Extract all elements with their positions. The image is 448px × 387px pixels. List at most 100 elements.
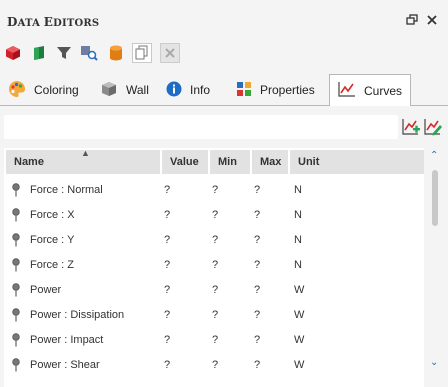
tab-label: Properties	[260, 83, 315, 97]
curves-content: ▲ Name Value Min Max Unit Force : Normal…	[0, 106, 448, 387]
row-value: ?	[164, 259, 171, 271]
row-min: ?	[212, 334, 219, 346]
row-max: ?	[254, 334, 261, 346]
copy-icon[interactable]	[132, 43, 152, 63]
column-header-max[interactable]: Max	[252, 150, 288, 174]
column-header-value[interactable]: Value	[162, 150, 208, 174]
scroll-down-icon[interactable]: ⌄	[430, 357, 438, 368]
row-value: ?	[164, 234, 171, 246]
column-header-name[interactable]: ▲ Name	[6, 148, 160, 174]
delete-icon[interactable]	[160, 43, 180, 63]
add-curve-icon[interactable]	[401, 117, 421, 137]
column-header-min[interactable]: Min	[210, 150, 250, 174]
row-unit: N	[294, 209, 302, 221]
tab-coloring[interactable]: Coloring	[0, 75, 92, 105]
pin-icon	[12, 283, 20, 297]
row-max: ?	[254, 284, 261, 296]
pin-icon	[12, 308, 20, 322]
row-max: ?	[254, 259, 261, 271]
table-row[interactable]: Power : Impact??? W	[4, 328, 424, 353]
row-min: ?	[212, 359, 219, 371]
scroll-up-icon[interactable]: ⌃	[430, 150, 438, 161]
table-row[interactable]: Force : X??? N	[4, 203, 424, 228]
green-flag-icon[interactable]	[29, 43, 49, 63]
pin-icon	[12, 183, 20, 197]
row-name: Power : Impact	[30, 334, 104, 346]
red-cube-icon[interactable]	[3, 43, 23, 63]
toolbar	[0, 40, 448, 66]
pin-icon	[12, 333, 20, 347]
row-value: ?	[164, 334, 171, 346]
table-row[interactable]: Power??? W	[4, 278, 424, 303]
curves-icon	[338, 81, 356, 100]
properties-icon	[236, 81, 252, 100]
edit-curve-icon[interactable]	[423, 117, 443, 137]
row-min: ?	[212, 184, 219, 196]
table-row[interactable]: Force : Y??? N	[4, 228, 424, 253]
pin-icon	[12, 208, 20, 222]
row-max: ?	[254, 359, 261, 371]
row-min: ?	[212, 309, 219, 321]
wall-icon	[100, 80, 118, 101]
row-name: Force : X	[30, 209, 75, 221]
row-max: ?	[254, 234, 261, 246]
tab-label: Curves	[364, 83, 403, 98]
data-editors-panel: DATA EDITORS Coloring Wall Info Properti…	[0, 0, 448, 387]
row-max: ?	[254, 309, 261, 321]
row-unit: W	[294, 309, 305, 321]
tab-bar: Coloring Wall Info Properties Curves	[0, 72, 448, 107]
row-unit: N	[294, 259, 302, 271]
row-max: ?	[254, 184, 261, 196]
row-min: ?	[212, 284, 219, 296]
pin-icon	[12, 258, 20, 272]
row-value: ?	[164, 209, 171, 221]
search-filter-icon[interactable]	[79, 43, 99, 63]
column-header-unit[interactable]: Unit	[290, 150, 424, 174]
filter-input[interactable]	[4, 115, 398, 139]
pin-icon	[12, 358, 20, 372]
tab-label: Coloring	[34, 83, 79, 97]
row-name: Force : Y	[30, 234, 75, 246]
row-name: Power : Shear	[30, 359, 100, 371]
table-row[interactable]: Force : Z??? N	[4, 253, 424, 278]
close-panel-icon[interactable]	[425, 13, 439, 27]
vertical-scrollbar[interactable]: ⌃ ⌄	[428, 146, 444, 378]
info-icon	[166, 81, 182, 100]
pin-icon	[12, 233, 20, 247]
curves-table: ▲ Name Value Min Max Unit Force : Normal…	[4, 148, 424, 387]
row-unit: W	[294, 284, 305, 296]
restore-window-icon[interactable]	[405, 13, 419, 27]
sort-asc-icon: ▲	[81, 148, 90, 158]
tab-label: Info	[190, 83, 211, 97]
tab-wall[interactable]: Wall	[92, 75, 158, 105]
row-unit: W	[294, 334, 305, 346]
scroll-thumb[interactable]	[432, 170, 438, 226]
table-row[interactable]: Force : Normal??? N	[4, 178, 424, 203]
row-min: ?	[212, 234, 219, 246]
row-name: Power : Dissipation	[30, 309, 125, 321]
table-row[interactable]: Power : Shear??? W	[4, 353, 424, 378]
row-name: Power	[30, 284, 62, 296]
row-unit: W	[294, 359, 305, 371]
row-min: ?	[212, 259, 219, 271]
title-bar: DATA EDITORS	[0, 0, 448, 38]
row-value: ?	[164, 359, 171, 371]
row-value: ?	[164, 184, 171, 196]
row-name: Force : Z	[30, 259, 75, 271]
tab-label: Wall	[126, 83, 149, 97]
row-max: ?	[254, 209, 261, 221]
row-value: ?	[164, 284, 171, 296]
panel-title: DATA EDITORS	[7, 15, 100, 29]
table-row[interactable]: Power : Dissipation??? W	[4, 303, 424, 328]
palette-icon	[8, 80, 26, 101]
database-icon[interactable]	[106, 43, 126, 63]
row-name: Force : Normal	[30, 184, 103, 196]
filter-icon[interactable]	[54, 43, 74, 63]
tab-properties[interactable]: Properties	[228, 75, 328, 105]
row-value: ?	[164, 309, 171, 321]
row-unit: N	[294, 184, 302, 196]
row-unit: N	[294, 234, 302, 246]
row-min: ?	[212, 209, 219, 221]
tab-info[interactable]: Info	[158, 75, 228, 105]
tab-curves[interactable]: Curves	[329, 74, 411, 107]
